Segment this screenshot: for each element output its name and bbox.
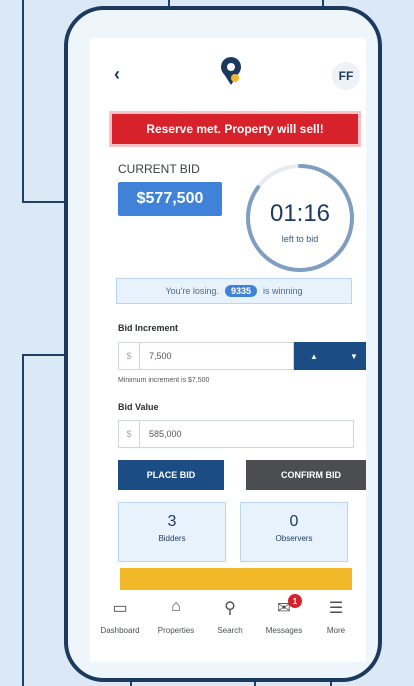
mail-icon: ✉ [277, 600, 291, 617]
nav-more[interactable]: ☰ More [308, 598, 364, 635]
home-icon: ⌂ [171, 598, 181, 615]
top-bar: ‹ FF [90, 38, 366, 110]
nav-label: Properties [157, 626, 195, 635]
nav-messages[interactable]: ✉ 1 Messages [256, 594, 312, 635]
bid-status: You're losing. 9335 is winning [116, 278, 352, 304]
bidders-count: 3 [167, 513, 177, 530]
observers-label: Observers [275, 534, 313, 543]
reserve-banner: Reserve met. Property will sell! [112, 114, 358, 144]
search-icon: ⚲ [224, 600, 236, 617]
observers-card: 0 Observers [240, 502, 348, 562]
currency-prefix: $ [119, 421, 140, 447]
place-bid-button[interactable]: PLACE BID [118, 460, 224, 490]
arrow-up-icon: ▲ [310, 351, 318, 361]
currency-prefix: $ [119, 343, 140, 369]
nav-label: More [326, 626, 346, 635]
arrow-down-icon: ▼ [350, 351, 358, 361]
increment-stepper: ▲ ▼ [294, 342, 366, 370]
nav-label: Messages [265, 626, 303, 635]
bottom-nav: ▭ Dashboard ⌂ Properties ⚲ Search ✉ 1 Me… [90, 590, 366, 662]
nav-dashboard[interactable]: ▭ Dashboard [92, 598, 148, 635]
nav-label: Dashboard [100, 626, 140, 635]
bid-increment-label: Bid Increment [118, 323, 179, 333]
bid-increment-value: 7,500 [149, 351, 172, 361]
bid-increment-field[interactable]: $ 7,500 [118, 342, 294, 370]
chevron-left-icon: ‹ [114, 64, 120, 84]
message-badge: 1 [288, 594, 302, 608]
current-bid-value: $577,500 [118, 182, 222, 216]
confirm-bid-button[interactable]: CONFIRM BID [246, 460, 366, 490]
current-bid-label: CURRENT BID [118, 162, 200, 176]
observers-count: 0 [289, 513, 299, 530]
avatar[interactable]: FF [332, 62, 360, 90]
dashboard-icon: ▭ [112, 600, 128, 617]
menu-icon: ☰ [328, 600, 344, 617]
bidders-label: Bidders [158, 534, 186, 543]
bid-value-field[interactable]: $ 585,000 [118, 420, 354, 448]
nav-properties[interactable]: ⌂ Properties [148, 598, 204, 635]
nav-search[interactable]: ⚲ Search [202, 598, 258, 635]
yellow-action-bar[interactable] [120, 568, 352, 592]
app-screen: ‹ FF Reserve met. Property will sell! CU… [90, 38, 366, 662]
app-logo [220, 56, 242, 91]
increment-hint: Minimum increment is $7,500 [118, 377, 210, 384]
bid-value-label: Bid Value [118, 402, 159, 412]
countdown-time: 01:16 [269, 200, 331, 227]
countdown-subtitle: left to bid [281, 234, 319, 244]
increment-down-button[interactable]: ▼ [334, 342, 366, 370]
increment-up-button[interactable]: ▲ [294, 342, 334, 370]
bid-value-value: 585,000 [149, 429, 182, 439]
bidders-card: 3 Bidders [118, 502, 226, 562]
back-button[interactable]: ‹ [114, 64, 120, 85]
winning-bidder-badge: 9335 [224, 285, 257, 297]
status-suffix: is winning [262, 286, 303, 296]
nav-label: Search [217, 626, 243, 635]
status-prefix: You're losing. [165, 286, 219, 296]
